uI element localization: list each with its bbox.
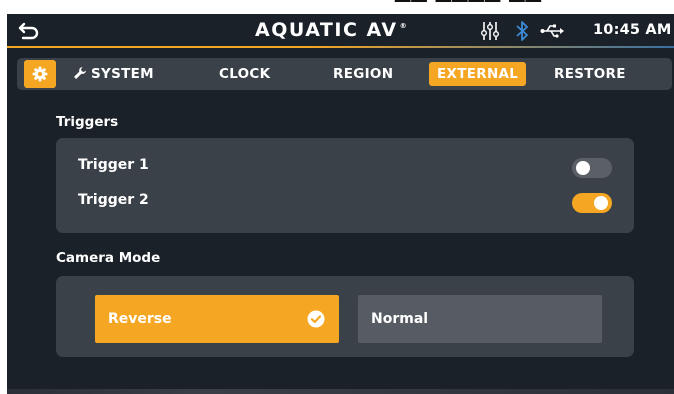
- top-clipped-heading: ▀▀ ▀▀▀▀ ▀▀: [0, 0, 674, 14]
- camera-mode-section-title: Camera Mode: [56, 250, 161, 266]
- tab-settings-home[interactable]: [24, 60, 56, 88]
- bottom-edge-bar: [7, 389, 674, 394]
- gear-icon: [32, 66, 48, 82]
- trigger-2-toggle[interactable]: [572, 193, 612, 213]
- wrench-icon: [74, 67, 86, 79]
- usb-icon: [540, 24, 564, 38]
- camera-mode-panel: Reverse Normal: [56, 276, 634, 357]
- clipped-heading-fragment: ▀▀ ▀▀▀▀ ▀▀: [395, 0, 542, 14]
- camera-mode-normal-label: Normal: [371, 311, 429, 327]
- trigger-1-toggle[interactable]: [572, 158, 612, 178]
- bluetooth-icon: [516, 21, 528, 41]
- camera-mode-reverse-label: Reverse: [108, 311, 172, 327]
- toggle-knob: [576, 161, 590, 175]
- camera-mode-reverse-button[interactable]: Reverse: [95, 295, 339, 343]
- status-bar: AQUATIC AV ® 10:45 AM: [7, 14, 674, 48]
- check-circle-icon: [307, 310, 325, 328]
- camera-mode-normal-button[interactable]: Normal: [358, 295, 602, 343]
- toggle-knob: [594, 196, 608, 210]
- triggers-section-title: Triggers: [56, 114, 119, 130]
- tab-region[interactable]: REGION: [333, 58, 393, 90]
- trigger-2-label: Trigger 2: [78, 192, 149, 208]
- tab-system[interactable]: SYSTEM: [73, 58, 154, 90]
- trigger-1-label: Trigger 1: [78, 157, 149, 173]
- header-divider: [7, 46, 674, 48]
- tab-clock[interactable]: CLOCK: [219, 58, 270, 90]
- brand-name: AQUATIC AV: [255, 19, 398, 41]
- brand-logo: AQUATIC AV ®: [255, 19, 408, 41]
- tab-system-label: SYSTEM: [91, 66, 154, 82]
- triggers-panel: Trigger 1 Trigger 2: [56, 138, 634, 233]
- clock-time: 10:45 AM: [593, 22, 672, 38]
- settings-tab-bar: SYSTEM CLOCK REGION EXTERNAL RESTORE: [17, 58, 672, 90]
- tab-external[interactable]: EXTERNAL: [429, 62, 527, 86]
- head-unit-screen: AQUATIC AV ® 10:45 AM SYSTEM CLOCK REGIO…: [7, 14, 674, 394]
- back-arrow-icon[interactable]: [17, 20, 41, 42]
- registered-mark: ®: [399, 22, 409, 30]
- sliders-icon[interactable]: [481, 21, 499, 41]
- tab-restore[interactable]: RESTORE: [554, 58, 626, 90]
